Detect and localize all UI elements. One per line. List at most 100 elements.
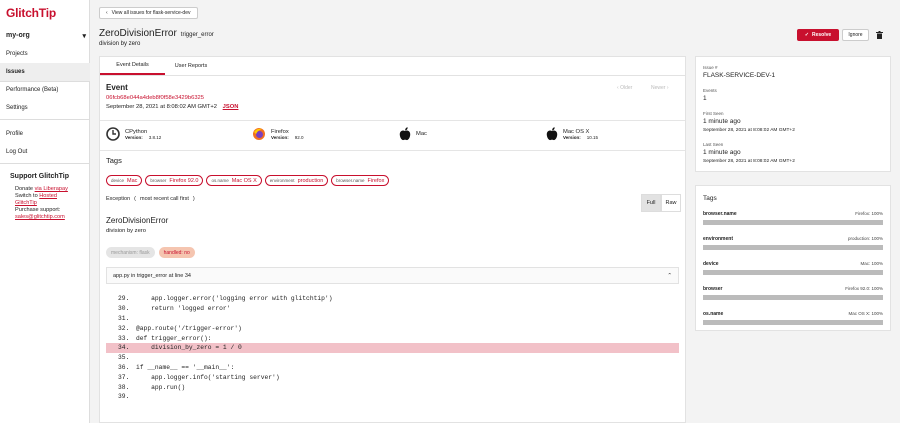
delete-button[interactable]	[874, 29, 884, 41]
exception-value: division by zero	[106, 228, 146, 234]
culprit: trigger_error	[180, 32, 214, 38]
issue-number-label: Issue #	[703, 65, 718, 70]
line-number: 29.	[118, 295, 130, 303]
app-logo[interactable]: GlitchTip	[6, 6, 56, 20]
line-number: 33.	[118, 334, 130, 342]
trash-icon	[875, 31, 883, 39]
nav-settings[interactable]: Settings	[0, 99, 90, 117]
issue-title: ZeroDivisionError trigger_error	[99, 28, 214, 39]
last-seen-label: Last Seen	[703, 142, 724, 147]
line-number: 37.	[118, 373, 130, 381]
tag-summary-bar	[703, 220, 883, 225]
divider	[100, 150, 685, 151]
chevron-up-icon: ⌃	[667, 272, 672, 279]
firefox-icon	[253, 128, 265, 140]
ignore-button[interactable]: Ignore	[842, 29, 869, 41]
context-os: Mac OS X Version: 10.15	[546, 127, 598, 141]
line-number: 30.	[118, 305, 130, 313]
line-text: app.logger.error('logging error with gli…	[136, 295, 333, 303]
error-type: ZeroDivisionError	[99, 28, 177, 39]
nav-profile[interactable]: Profile	[0, 125, 90, 143]
support-email[interactable]: sales@glitchtip.com	[15, 214, 65, 221]
json-link[interactable]: JSON	[223, 104, 239, 110]
support-title: Support GlitchTip	[10, 173, 69, 180]
apple-icon	[546, 127, 558, 141]
handled-chip: handled: no	[158, 247, 195, 258]
code-line: 36. if __name__ == '__main__':	[106, 363, 679, 373]
code-line-highlighted: 34. division_by_zero = 1 / 0	[106, 342, 679, 353]
raw-button[interactable]: Raw	[661, 194, 681, 212]
nav-projects[interactable]: Projects	[0, 45, 90, 63]
issue-subtitle: division by zero	[99, 41, 141, 47]
stack-frame-header[interactable]: app.py in trigger_error at line 34 ⌃	[106, 267, 679, 284]
older-button[interactable]: ‹ Older	[617, 85, 632, 91]
tag-chip[interactable]: browser.name Firefox	[331, 175, 390, 186]
line-text: @app.route('/trigger-error')	[136, 324, 242, 332]
line-number: 39.	[118, 393, 130, 401]
tag-summary-key: os.name	[703, 311, 724, 317]
tag-summary-bar	[703, 295, 883, 300]
line-number: 35.	[118, 354, 130, 362]
code-line: 31.	[106, 314, 679, 324]
caret-down-icon: ▾	[82, 33, 86, 40]
support-donate: Donate via Liberapay	[15, 186, 68, 192]
event-heading: Event	[106, 83, 128, 92]
code-line: 32. @app.route('/trigger-error')	[106, 323, 679, 333]
event-card: Event Details User Reports Event 06fcb68…	[99, 56, 686, 423]
sidebar: GlitchTip my-org ▾ Projects Issues Perfo…	[0, 0, 90, 423]
tags-heading: Tags	[106, 156, 122, 165]
frame-location: app.py in trigger_error at line 34	[113, 272, 191, 279]
nav-issues[interactable]: Issues	[0, 63, 90, 81]
tag-summary-card: Tags browser.name Firefox: 100% environmen…	[695, 185, 891, 331]
chevron-left-icon: ‹	[106, 10, 108, 16]
code-line: 37. app.logger.info('starting server')	[106, 372, 679, 382]
tab-event-details[interactable]: Event Details	[100, 57, 165, 75]
divider	[0, 119, 90, 120]
python-icon	[106, 127, 120, 141]
back-to-issues-button[interactable]: ‹ View all issues for flask-service-dev	[99, 7, 198, 19]
first-seen-value: 1 minute ago	[703, 118, 741, 125]
tag-chip[interactable]: os.name Mac OS X	[206, 175, 262, 186]
tag-summary-key: environment	[703, 236, 734, 242]
tag-summary-value: Firefox 92.0: 100%	[845, 286, 883, 291]
line-number: 34.	[118, 344, 130, 352]
mechanism-chips: mechanism: flask handled: no	[106, 247, 195, 258]
code-line: 35.	[106, 353, 679, 363]
tag-chip[interactable]: device Mac	[106, 175, 143, 186]
tab-user-reports[interactable]: User Reports	[165, 57, 217, 75]
nav-logout[interactable]: Log Out	[0, 143, 90, 161]
tag-summary-bar	[703, 320, 883, 325]
tag-chip[interactable]: browser Firefox 92.0	[145, 175, 204, 186]
tag-summary-bar	[703, 245, 883, 250]
tag-summary-value: Mac OS X: 100%	[848, 311, 883, 316]
support-switch: Switch to Hosted	[15, 193, 57, 199]
liberapay-link[interactable]: via Liberapay	[35, 186, 68, 192]
code-line: 30. return 'logged error'	[106, 304, 679, 314]
code-line: 38. app.run()	[106, 382, 679, 392]
hosted-link-cont[interactable]: GlitchTip	[15, 200, 37, 207]
nav-performance[interactable]: Performance (Beta)	[0, 81, 90, 99]
tag-chip[interactable]: environment production	[264, 175, 329, 186]
line-number: 32.	[118, 324, 130, 332]
code-line: 39.	[106, 392, 679, 402]
tag-summary-value: production: 100%	[847, 236, 883, 241]
hosted-link[interactable]: Hosted	[39, 193, 57, 199]
call-order-toggle[interactable]: most recent call first	[140, 196, 189, 202]
resolve-button[interactable]: ✓ Resolve	[797, 29, 839, 41]
newer-button[interactable]: Newer ›	[651, 85, 669, 91]
code-line: 29. app.logger.error('logging error with…	[106, 294, 679, 304]
apple-icon	[399, 127, 411, 141]
tag-summary-key: device	[703, 261, 719, 267]
code-block: 29. app.logger.error('logging error with…	[106, 294, 679, 402]
exception-label: Exception ( most recent call first )	[106, 196, 195, 202]
context-runtime: CPython Version: 3.8.12	[106, 127, 161, 141]
divider	[100, 120, 685, 121]
org-selector[interactable]: my-org ▾	[6, 32, 86, 40]
line-number: 38.	[118, 383, 130, 391]
event-date: September 28, 2021 at 8:08:02 AM GMT+2 J…	[106, 104, 239, 110]
context-browser: Firefox Version: 92.0	[252, 127, 304, 141]
full-button[interactable]: Full	[641, 194, 661, 212]
issue-details-card: Issue # FLASK-SERVICE-DEV-1 Events 1 Fir…	[695, 56, 891, 172]
line-number: 36.	[118, 363, 130, 371]
line-text: return 'logged error'	[136, 305, 231, 313]
